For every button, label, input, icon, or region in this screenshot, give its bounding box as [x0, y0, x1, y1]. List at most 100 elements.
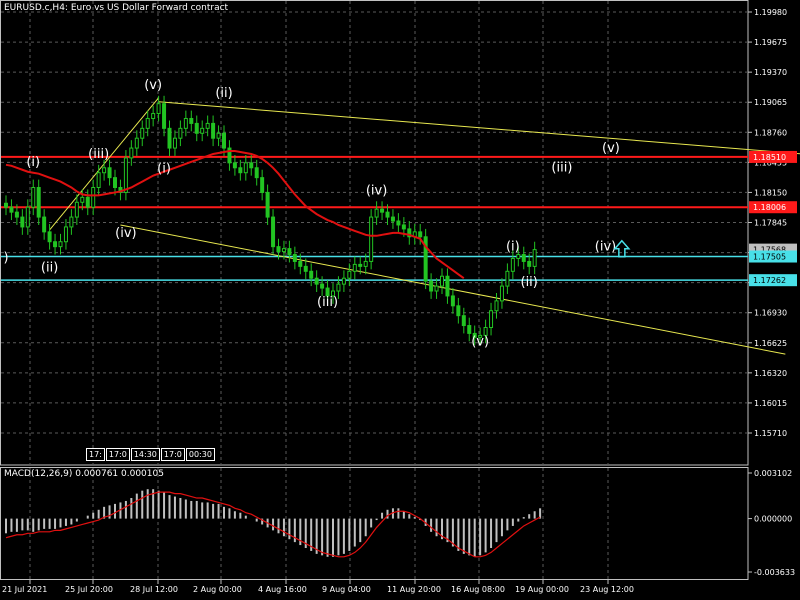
- candle-body: [9, 206, 14, 213]
- candle-body: [341, 277, 346, 285]
- candle-body: [281, 248, 286, 253]
- main-pane-frame: [0, 0, 749, 466]
- y-tick-label: 1.19980: [754, 8, 787, 17]
- candle-body: [178, 127, 183, 139]
- candle-body: [510, 257, 515, 272]
- macd-title: MACD(12,26,9) 0.000761 0.000105: [4, 469, 164, 479]
- candle-body: [336, 283, 341, 292]
- candle-body: [260, 177, 265, 193]
- up-arrow-icon: [613, 239, 631, 258]
- candle-body: [309, 270, 314, 279]
- candle-body: [292, 254, 297, 262]
- candle-body: [532, 249, 537, 267]
- candle-body: [167, 127, 172, 149]
- wave-label: (i): [506, 240, 520, 255]
- candle-body: [123, 157, 128, 193]
- candle-body: [434, 285, 439, 292]
- candle-body: [238, 167, 243, 174]
- candle-body: [63, 226, 68, 243]
- wave-label: ): [3, 250, 8, 265]
- candle-body: [4, 202, 8, 208]
- candle-body: [96, 172, 101, 188]
- candle-body: [162, 103, 167, 129]
- candle-body: [445, 275, 450, 297]
- x-tick-label: 25 Jul 20:00: [65, 585, 113, 594]
- candle-body: [352, 263, 357, 272]
- candle-body: [25, 206, 30, 228]
- chart-canvas[interactable]: 1.199801.196751.193701.190651.187601.184…: [0, 0, 800, 600]
- candle-body: [429, 280, 434, 292]
- timeframe-strip: 17: 17:0 14:30 17:0 00:30: [86, 448, 216, 461]
- x-tick-label: 21 Jul 2021: [2, 585, 47, 594]
- timeframe-cell: 17:: [86, 448, 105, 461]
- candle-body: [14, 211, 19, 218]
- candle-body: [385, 211, 390, 218]
- y-tick-label: 1.18760: [754, 128, 787, 137]
- candle-body: [456, 305, 461, 317]
- y-tick-label: 1.17845: [754, 219, 787, 228]
- y-tick-label: 1.16625: [754, 339, 787, 348]
- candle-body: [499, 285, 504, 302]
- candle-body: [358, 263, 363, 267]
- macd-y-tick-label: -0.003633: [754, 568, 795, 577]
- candle-body: [194, 122, 199, 134]
- candle-body: [200, 127, 205, 134]
- candle-body: [232, 162, 237, 169]
- wave-label: (iii): [317, 295, 338, 310]
- candle-body: [271, 216, 276, 248]
- y-tick-label: 1.19370: [754, 68, 787, 77]
- candle-body: [505, 270, 510, 287]
- candle-body: [489, 310, 494, 329]
- candle-body: [156, 103, 161, 115]
- candle-body: [374, 208, 379, 218]
- candle-body: [369, 216, 374, 262]
- candle-body: [243, 162, 248, 174]
- candle-body: [47, 231, 52, 243]
- x-tick-label: 9 Aug 04:00: [322, 585, 371, 594]
- y-tick-label: 1.19065: [754, 98, 787, 107]
- candle-body: [390, 216, 395, 222]
- chart-title: EURUSD.c,H4: Euro vs US Dollar Forward c…: [4, 3, 229, 13]
- x-tick-label: 2 Aug 00:00: [193, 585, 242, 594]
- candle-body: [85, 196, 90, 208]
- price-label: 1.18006: [753, 203, 786, 212]
- candle-body: [249, 162, 254, 169]
- candle-body: [298, 260, 303, 267]
- price-label: 1.18510: [753, 153, 786, 162]
- candle-body: [461, 315, 466, 327]
- candle-body: [58, 241, 63, 248]
- wave-label: (v): [144, 78, 162, 93]
- candle-body: [521, 254, 526, 262]
- wave-label: (i): [157, 162, 171, 177]
- candle-body: [102, 167, 107, 174]
- x-tick-label: 28 Jul 12:00: [130, 585, 178, 594]
- y-tick-label: 1.19675: [754, 38, 787, 47]
- candle-body: [113, 177, 117, 188]
- candle-body: [320, 283, 325, 289]
- y-tick-label: 1.18150: [754, 188, 787, 197]
- candle-body: [91, 186, 96, 208]
- wave-label: (iv): [366, 183, 387, 198]
- candle-body: [303, 265, 308, 272]
- wave-label: (ii): [521, 275, 538, 290]
- wave-label: (v): [602, 141, 620, 156]
- wave-label: (ii): [215, 86, 232, 101]
- candle-body: [401, 224, 406, 230]
- candle-body: [396, 220, 401, 226]
- trading-chart[interactable]: 1.199801.196751.193701.190651.187601.184…: [0, 0, 800, 600]
- candle-body: [134, 137, 139, 149]
- candle-body: [151, 113, 156, 119]
- wave-label: (iv): [115, 226, 136, 241]
- x-tick-label: 19 Aug 00:00: [515, 585, 569, 594]
- candle-body: [129, 147, 134, 159]
- timeframe-cell: 17:0: [105, 448, 130, 461]
- wave-label: (v): [471, 334, 489, 349]
- candle-body: [440, 275, 444, 287]
- candle-body: [314, 277, 319, 285]
- candle-body: [183, 117, 188, 129]
- timeframe-cell: 14:30: [130, 448, 160, 461]
- candle-body: [189, 117, 194, 124]
- candle-body: [254, 167, 259, 179]
- candle-body: [172, 137, 177, 149]
- x-tick-label: 11 Aug 20:00: [387, 585, 441, 594]
